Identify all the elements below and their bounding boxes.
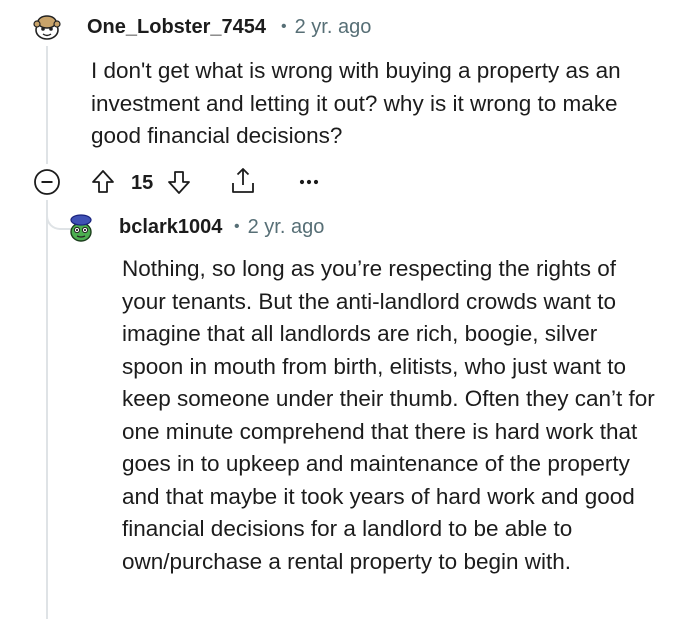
share-icon [232,168,254,193]
share-button[interactable] [229,166,257,196]
avatar-one-lobster[interactable] [30,10,64,44]
collapse-button[interactable] [33,168,61,196]
comment-body: Nothing, so long as you’re respecting th… [122,256,655,574]
more-options-button[interactable] [296,170,322,194]
comment-age[interactable]: 2 yr. ago [248,216,325,238]
comment-timestamp: • 2 yr. ago [228,216,324,239]
thread-line-parent-lower [46,200,48,619]
upvote-arrow-icon [92,170,114,193]
comment-username[interactable]: One_Lobster_7454 [87,16,266,39]
separator-dot: • [234,218,240,235]
thread-line-parent [46,46,48,164]
comment-username[interactable]: bclark1004 [119,216,222,239]
comment-age[interactable]: 2 yr. ago [295,16,372,38]
separator-dot: • [281,18,287,35]
upvote-button[interactable] [90,168,116,196]
downvote-button[interactable] [166,168,192,196]
comment-timestamp: • 2 yr. ago [275,16,371,39]
snoo-avatar-icon [33,15,61,40]
snoo-avatar-icon [70,214,92,242]
more-options-icon [299,179,319,185]
avatar-bclark1004[interactable] [64,210,98,244]
comment-body: I don't get what is wrong with buying a … [91,58,621,148]
vote-count: 15 [131,172,154,194]
downvote-arrow-icon [168,171,190,194]
collapse-minus-icon [34,169,60,195]
